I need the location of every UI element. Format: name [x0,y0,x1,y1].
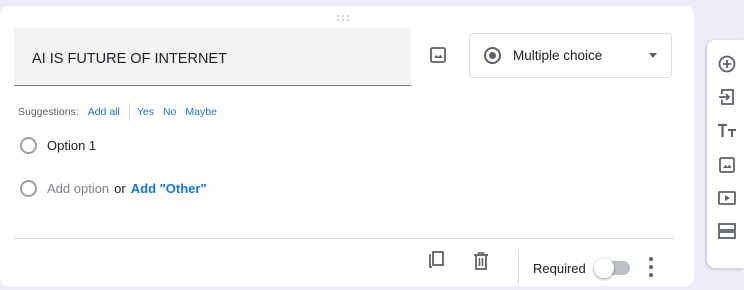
question-type-label: Multiple choice [513,48,603,63]
import-questions-icon[interactable] [716,86,738,108]
toggle-thumb [594,258,614,278]
suggestion-yes[interactable]: Yes [137,106,154,118]
suggestion-no[interactable]: No [163,106,176,118]
question-card[interactable]: AI IS FUTURE OF INTERNET Multiple choice… [0,6,694,286]
option-row[interactable]: Option 1 [20,137,96,154]
suggestions-bar: Suggestions: Add all Yes No Maybe [18,103,226,121]
add-video-icon[interactable] [716,187,738,209]
radio-selected-icon [484,47,501,64]
add-option-row: Add option or Add "Other" [20,180,207,197]
add-image-icon[interactable] [716,154,738,176]
suggestion-maybe[interactable]: Maybe [185,106,217,118]
floating-toolbar [707,40,744,268]
add-question-icon[interactable] [716,53,738,75]
delete-icon[interactable] [471,250,491,272]
option-label[interactable]: Option 1 [47,138,96,153]
question-type-select[interactable]: Multiple choice [469,33,672,78]
add-image-to-question-icon[interactable] [427,44,449,66]
add-title-icon[interactable] [716,120,738,142]
radio-unselected-icon [20,137,37,154]
required-toggle[interactable] [594,258,630,278]
required-label: Required [533,261,586,276]
more-options-icon[interactable] [648,256,654,278]
add-option-button[interactable]: Add option [47,181,109,196]
footer-divider [14,238,674,239]
add-other-button[interactable]: Add "Other" [131,181,207,196]
or-label: or [114,181,126,196]
drag-handle-icon[interactable] [335,14,355,24]
chevron-down-icon [649,53,657,58]
suggestion-add-all[interactable]: Add all [88,106,120,118]
add-section-icon[interactable] [716,220,738,242]
footer-separator [518,250,519,284]
radio-unselected-icon [20,180,37,197]
suggestions-label: Suggestions: [18,106,79,118]
duplicate-icon[interactable] [426,250,446,272]
question-title-input[interactable]: AI IS FUTURE OF INTERNET [14,28,411,86]
suggestion-divider [128,103,130,121]
